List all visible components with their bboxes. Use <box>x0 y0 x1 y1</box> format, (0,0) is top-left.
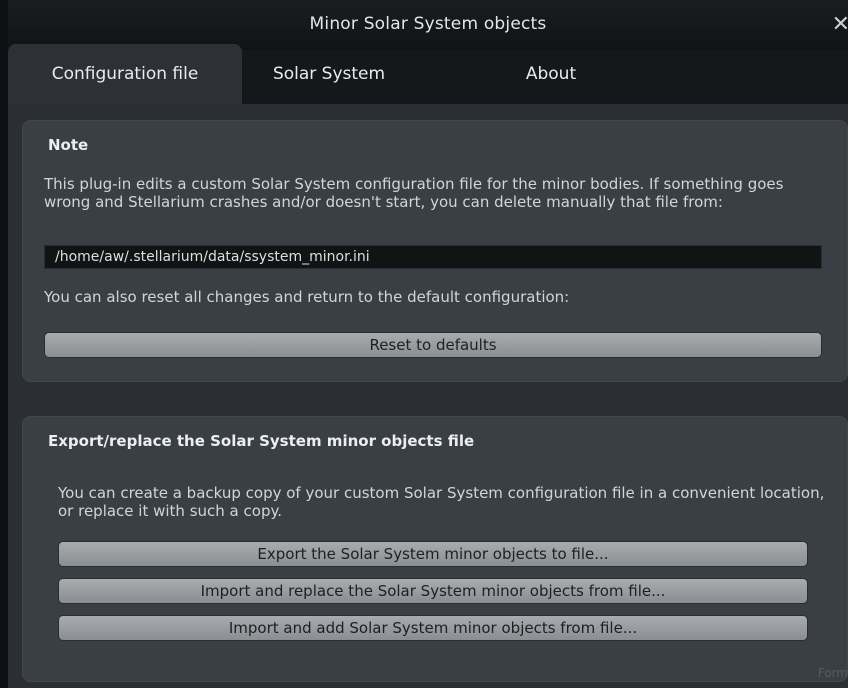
tab-about[interactable]: About <box>496 44 606 104</box>
export-group: Export/replace the Solar System minor ob… <box>22 416 848 682</box>
reset-description: You can also reset all changes and retur… <box>44 288 570 306</box>
export-description: You can create a backup copy of your cus… <box>58 484 825 520</box>
note-title: Note <box>48 136 89 154</box>
import-add-button[interactable]: Import and add Solar System minor object… <box>58 615 808 641</box>
tab-solar-system[interactable]: Solar System <box>256 44 402 104</box>
note-description: This plug-in edits a custom Solar System… <box>44 175 784 211</box>
plugin-dialog-window: Minor Solar System objects ✕ Configurati… <box>8 0 848 688</box>
tab-content: Note This plug-in edits a custom Solar S… <box>8 104 848 688</box>
export-title: Export/replace the Solar System minor ob… <box>48 432 475 450</box>
tab-bar: Configuration file Solar System About <box>8 44 848 104</box>
bottom-hint-text: Form <box>817 666 848 680</box>
note-group: Note This plug-in edits a custom Solar S… <box>22 120 848 382</box>
tab-configuration-file[interactable]: Configuration file <box>8 44 242 104</box>
config-file-path: /home/aw/.stellarium/data/ssystem_minor.… <box>44 245 822 269</box>
window-title: Minor Solar System objects <box>309 14 547 34</box>
import-replace-button[interactable]: Import and replace the Solar System mino… <box>58 578 808 604</box>
title-bar[interactable]: Minor Solar System objects ✕ <box>8 0 848 50</box>
export-to-file-button[interactable]: Export the Solar System minor objects to… <box>58 541 808 567</box>
close-icon[interactable]: ✕ <box>832 12 848 37</box>
reset-to-defaults-button[interactable]: Reset to defaults <box>44 332 822 358</box>
